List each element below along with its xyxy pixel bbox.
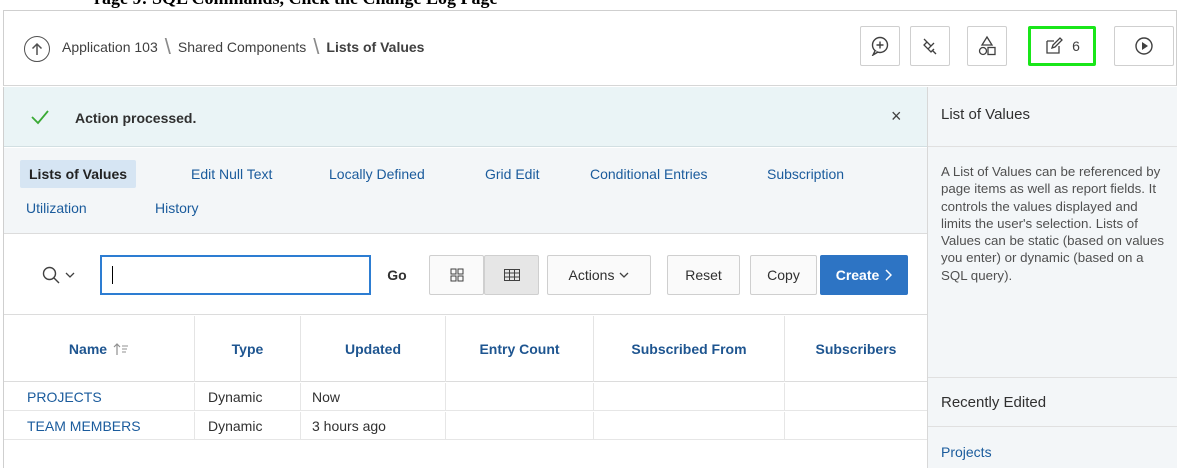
actions-menu-button[interactable]: Actions: [547, 255, 651, 295]
chevron-down-icon: [65, 272, 74, 278]
tab-grid-edit[interactable]: Grid Edit: [485, 166, 539, 182]
shapes-icon: [978, 35, 996, 56]
table-header: Name Type Updated Entry Count Subscribed…: [4, 316, 927, 382]
table-view-icon: [503, 269, 520, 281]
pin-icon: [923, 38, 937, 55]
breadcrumb-application[interactable]: Application 103: [62, 39, 158, 55]
column-subscribed-from[interactable]: Subscribed From: [594, 316, 785, 382]
close-icon[interactable]: ×: [891, 106, 902, 127]
column-name[interactable]: Name: [4, 316, 195, 382]
column-entry-count[interactable]: Entry Count: [446, 316, 594, 382]
copy-button[interactable]: Copy: [750, 255, 817, 295]
alert-message: Action processed.: [75, 110, 197, 126]
row-entry-count: [446, 412, 594, 440]
caption-strip: rage 9: SQL Commands, Click the Change L…: [0, 0, 1177, 10]
run-button[interactable]: [1114, 26, 1174, 66]
tab-bar: Lists of Values Edit Null Text Locally D…: [4, 148, 927, 234]
success-alert: Action processed. ×: [4, 87, 927, 147]
row-name-link[interactable]: PROJECTS: [4, 383, 195, 411]
row-subscribers: [785, 383, 927, 411]
tab-subscription[interactable]: Subscription: [767, 166, 844, 182]
column-type[interactable]: Type: [195, 316, 301, 382]
row-entry-count: [446, 383, 594, 411]
create-label: Create: [835, 267, 880, 283]
change-log-button[interactable]: 6: [1028, 26, 1096, 66]
check-icon: [31, 110, 49, 125]
recently-edited-link[interactable]: Projects: [941, 444, 992, 460]
search-input[interactable]: [100, 255, 371, 295]
change-count: 6: [1072, 38, 1080, 54]
row-updated: 3 hours ago: [301, 412, 446, 440]
up-arrow-icon: [31, 42, 43, 55]
sort-ascending-icon: [113, 343, 129, 355]
column-updated[interactable]: Updated: [301, 316, 446, 382]
actions-label: Actions: [568, 267, 615, 283]
edit-icon: [1046, 37, 1064, 54]
row-subscribed-from: [594, 383, 785, 411]
column-name-label: Name: [68, 341, 108, 357]
text-caret: [112, 266, 113, 284]
tab-conditional-entries[interactable]: Conditional Entries: [590, 166, 708, 182]
table-row: PROJECTS Dynamic Now: [4, 383, 927, 411]
row-updated: Now: [301, 383, 446, 411]
chevron-down-icon: [619, 272, 629, 278]
row-subscribed-from: [594, 412, 785, 440]
caption-text: rage 9: SQL Commands, Click the Change L…: [94, 0, 498, 9]
breadcrumb-current: Lists of Values: [326, 39, 425, 55]
row-name-link[interactable]: TEAM MEMBERS: [4, 412, 195, 440]
go-button[interactable]: Go: [372, 255, 422, 295]
comment-plus-icon: [871, 36, 889, 56]
play-icon: [1135, 37, 1153, 55]
app-header: Application 103 \ Shared Components \ Li…: [3, 10, 1177, 86]
row-type: Dynamic: [195, 383, 301, 411]
report-view-button[interactable]: [484, 255, 539, 295]
chevron-right-icon: [885, 269, 893, 281]
row-type: Dynamic: [195, 412, 301, 440]
side-panel-description: A List of Values can be referenced by pa…: [941, 164, 1164, 283]
side-panel-title: List of Values: [928, 87, 1177, 147]
tab-lists-of-values[interactable]: Lists of Values: [20, 160, 137, 188]
shared-components-button[interactable]: [967, 26, 1007, 66]
create-button[interactable]: Create: [820, 255, 908, 295]
recently-edited-title: Recently Edited: [928, 377, 1177, 427]
search-column-selector[interactable]: [24, 255, 92, 295]
breadcrumb-separator: \: [313, 34, 320, 59]
column-subscribers[interactable]: Subscribers: [785, 316, 927, 382]
breadcrumb-shared-components[interactable]: Shared Components: [178, 39, 306, 55]
row-subscribers: [785, 412, 927, 440]
icon-view-button[interactable]: [429, 255, 484, 295]
help-side-panel: List of Values A List of Values can be r…: [927, 87, 1177, 468]
comment-button[interactable]: [860, 26, 900, 66]
search-icon: [42, 266, 59, 284]
main-panel: Action processed. × Lists of Values Edit…: [3, 87, 927, 468]
tab-history[interactable]: History: [155, 200, 199, 216]
tab-locally-defined[interactable]: Locally Defined: [329, 166, 425, 182]
table-row: TEAM MEMBERS Dynamic 3 hours ago: [4, 412, 927, 440]
tab-utilization[interactable]: Utilization: [26, 200, 87, 216]
tab-edit-null-text[interactable]: Edit Null Text: [191, 166, 272, 182]
breadcrumb-separator: \: [164, 34, 171, 59]
up-arrow-button[interactable]: [24, 36, 50, 62]
report-toolbar: Go Actions Reset Copy Create: [4, 235, 927, 315]
breadcrumb: Application 103 \ Shared Components \ Li…: [62, 34, 425, 59]
reset-button[interactable]: Reset: [667, 255, 740, 295]
grid-view-icon: [450, 268, 463, 282]
pin-button[interactable]: [910, 26, 950, 66]
